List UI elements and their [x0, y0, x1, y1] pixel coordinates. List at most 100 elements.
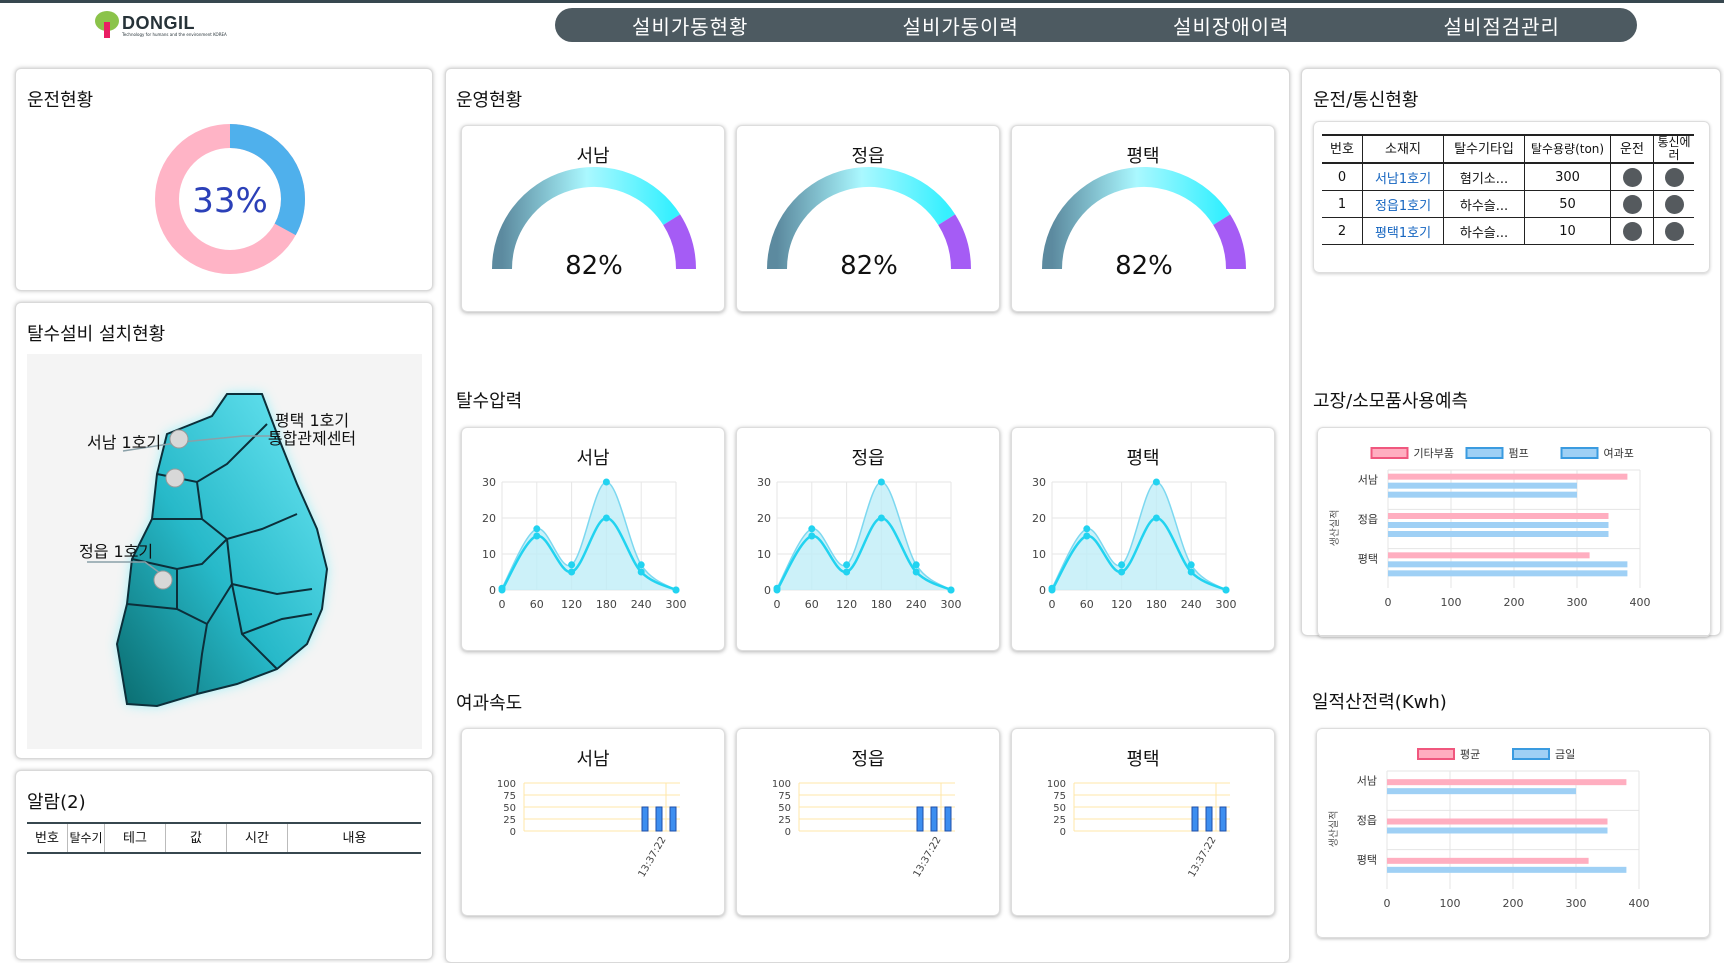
table-row[interactable]: 0 서남1호기 혐기소... 300	[1322, 163, 1694, 191]
x-tick-label: 180	[871, 598, 892, 611]
bar	[1387, 866, 1627, 873]
row-capacity: 50	[1524, 190, 1611, 218]
x-tick-label: 400	[1629, 897, 1650, 910]
filtration-card-jeongeup[interactable]: 정읍 0 25 50 75 100 13:37:22	[736, 728, 1000, 916]
label-pyeongtaek: 평택 1호기	[275, 411, 349, 430]
nav-equipment-status[interactable]: 설비가동현황	[632, 11, 748, 40]
data-point	[602, 478, 610, 486]
x-tick-label: 120	[561, 598, 582, 611]
legend-label: 여과포	[1604, 447, 1634, 460]
fault-chart: 기타부품 펌프 여과포 0 100 200 300 400 서남정읍평택 생산실적	[1329, 447, 1651, 609]
marker-seonam[interactable]	[169, 429, 189, 449]
comm-col-type: 탈수기타입	[1443, 134, 1525, 164]
alarm-panel: 알람(2)	[15, 770, 433, 960]
data-point	[1118, 561, 1126, 569]
top-border	[0, 0, 1724, 3]
comm-col-run: 운전	[1610, 134, 1654, 164]
operation-panel: 운전현황 33%	[15, 68, 433, 291]
legend-swatch	[1512, 748, 1550, 760]
fault-title: 고장/소모품사용예측	[1313, 391, 1469, 412]
row-site-link[interactable]: 평택1호기	[1362, 217, 1444, 245]
pressure-card-pyeongtaek[interactable]: 평택 0 10 20 30 0 60 120 180 240 300	[1011, 427, 1275, 651]
legend-swatch	[1370, 447, 1409, 459]
legend-swatch	[1560, 447, 1599, 459]
filtration-card-seonam[interactable]: 서남 0 25 50 75 100 13:37:22	[461, 728, 725, 916]
pressure-card-seonam[interactable]: 서남 0 10 20 30 0 60 120 180 240 300	[461, 427, 725, 651]
row-capacity: 300	[1524, 163, 1611, 191]
filtration-title: 여과속도	[456, 693, 523, 714]
marker-jeongeup[interactable]	[153, 570, 173, 590]
comm-col-capacity: 탈수용량(ton)	[1524, 134, 1611, 164]
y-tick-label: 100	[1047, 779, 1066, 790]
comm-status-icon	[1653, 217, 1694, 245]
gauge-card-jeongeup[interactable]: 정읍 82%	[736, 125, 1000, 312]
install-title: 탈수설비 설치현황	[27, 324, 166, 345]
bar	[916, 806, 924, 832]
x-tick-label: 240	[1181, 598, 1202, 611]
x-tick-label: 300	[1567, 596, 1588, 609]
y-tick-label: 25	[503, 815, 516, 826]
data-point	[568, 568, 576, 576]
x-tick-label: 100	[1440, 897, 1461, 910]
pressure-card-jeongeup[interactable]: 정읍 0 10 20 30 0 60 120 180 240 300	[736, 427, 1000, 651]
y-tick-label: 20	[1032, 512, 1046, 525]
data-point	[1048, 586, 1056, 594]
bar	[655, 806, 663, 832]
management-title: 운영현황	[456, 90, 523, 111]
pressure-chart-seonam: 01020300 60 120 180 240 300	[482, 476, 687, 611]
filtration-card-pyeongtaek[interactable]: 평택 0 25 50 75 100 13:37:22	[1011, 728, 1275, 916]
pressure-title: 탈수압력	[456, 391, 523, 412]
x-tick-label: 120	[836, 598, 857, 611]
bar	[641, 806, 649, 832]
gauge-rest-arc	[1213, 214, 1246, 270]
x-tick-label: 400	[1630, 596, 1651, 609]
row-type: 하수슬...	[1443, 217, 1525, 245]
run-status-icon	[1610, 190, 1654, 218]
y-tick-label: 25	[1053, 815, 1066, 826]
x-tick-label: 300	[1216, 598, 1237, 611]
data-point	[773, 586, 781, 594]
y-tick-label: 10	[757, 548, 771, 561]
y-axis-label: 생산실적	[1328, 811, 1340, 848]
table-row[interactable]: 1 정읍1호기 하수슬... 50	[1322, 190, 1694, 218]
y-axis-label: 생산실적	[1329, 510, 1341, 547]
gauge-rest-arc	[663, 214, 696, 270]
y-tick-label: 10	[1032, 548, 1046, 561]
data-point	[1118, 568, 1126, 576]
comm-col-site: 소재지	[1362, 134, 1444, 164]
comm-status-icon	[1653, 190, 1694, 218]
data-point	[602, 514, 610, 522]
nav-inspection[interactable]: 설비점검관리	[1444, 11, 1560, 40]
logo-tagline: Technology for humans and the environmen…	[122, 32, 227, 37]
data-point	[533, 525, 541, 533]
gauge-card-pyeongtaek[interactable]: 평택 82%	[1011, 125, 1275, 312]
x-tick-label: 13:37:22	[1187, 835, 1219, 879]
bar	[1387, 788, 1576, 795]
marker-pyeongtaek[interactable]	[165, 468, 185, 488]
y-tick-label: 0	[489, 584, 496, 597]
row-site-link[interactable]: 서남1호기	[1362, 163, 1444, 191]
y-tick-label: 25	[778, 815, 791, 826]
power-title: 일적산전력(Kwh)	[1312, 692, 1447, 713]
nav-failure-history[interactable]: 설비장애이력	[1173, 11, 1289, 40]
row-capacity: 10	[1524, 217, 1611, 245]
nav-equipment-history[interactable]: 설비가동이력	[903, 11, 1019, 40]
run-status-icon	[1610, 163, 1654, 191]
data-point	[533, 532, 541, 540]
data-point	[568, 561, 576, 569]
company-logo[interactable]: DONGIL Technology for humans and the env…	[92, 8, 227, 42]
x-tick-label: 300	[666, 598, 687, 611]
logo-brand: DONGIL	[122, 13, 195, 33]
bar	[944, 806, 952, 832]
alarm-col-no: 번호	[27, 822, 68, 854]
row-site-link[interactable]: 정읍1호기	[1362, 190, 1444, 218]
x-tick-label: 0	[1049, 598, 1056, 611]
y-tick-label: 0	[510, 827, 516, 838]
table-row[interactable]: 2 평택1호기 하수슬... 10	[1322, 217, 1694, 245]
alarm-col-tag: 테그	[104, 822, 166, 854]
bar	[1219, 806, 1227, 832]
bar	[1387, 779, 1627, 786]
data-point	[637, 568, 645, 576]
gauge-card-seonam[interactable]: 서남 82%	[461, 125, 725, 312]
x-tick-label: 120	[1111, 598, 1132, 611]
